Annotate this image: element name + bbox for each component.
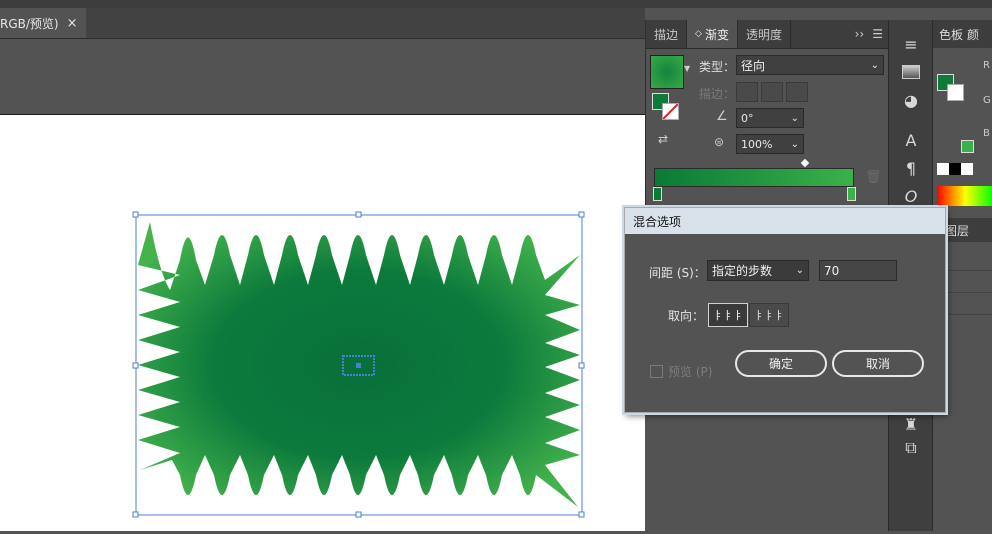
- angle-field[interactable]: 0° ⌄: [736, 108, 804, 128]
- align-page-icon[interactable]: ㅑㅑㅑ: [708, 303, 748, 327]
- preview-checkbox[interactable]: [650, 365, 663, 378]
- chevron-down-icon: ⌄: [790, 138, 799, 150]
- steps-value: 70: [824, 263, 840, 278]
- collapse-icon[interactable]: ››: [855, 27, 865, 41]
- reverse-icon[interactable]: ⇄: [658, 132, 668, 146]
- channel-r-label: R: [983, 60, 990, 71]
- paragraph-icon[interactable]: ¶: [897, 156, 925, 180]
- panel-menu: ›› ☰: [855, 20, 889, 48]
- chevron-down-icon[interactable]: ▼: [684, 64, 690, 73]
- chevron-down-icon: ⌄: [870, 59, 879, 71]
- chevron-down-icon: ⌄: [795, 265, 804, 276]
- artboard-icon[interactable]: ⧉: [897, 436, 925, 460]
- control-area: [0, 39, 645, 115]
- steps-input[interactable]: 70: [819, 260, 897, 281]
- aspect-value: 100%: [741, 137, 773, 151]
- channel-b-label: B: [983, 128, 990, 139]
- type-label: 类型：: [699, 60, 736, 74]
- midpoint-diamond[interactable]: [800, 158, 810, 168]
- align-along-icon[interactable]: [761, 82, 783, 102]
- close-icon[interactable]: ×: [67, 16, 78, 31]
- orientation-label: 取向：: [668, 309, 705, 323]
- type-select-value: 径向: [741, 58, 766, 73]
- tab-layers[interactable]: 图层: [945, 222, 969, 239]
- color-spectrum[interactable]: [937, 186, 992, 206]
- document-tab-bar: RGB/预览) ×: [0, 8, 645, 39]
- document-tab[interactable]: RGB/预览) ×: [0, 8, 86, 38]
- menu-icon[interactable]: ≡: [897, 32, 925, 56]
- dialog-body: 间距 (S)： 指定的步数 ⌄ 70 取向： ㅑㅑㅑ ㅑㅑㅑ 预览 (P) 确定 …: [628, 235, 940, 408]
- none-swatch[interactable]: [937, 163, 949, 175]
- black-swatch[interactable]: [949, 163, 961, 175]
- tab-gradient-label: 渐变: [704, 27, 729, 42]
- align-within-icon[interactable]: [736, 82, 758, 102]
- swap-icon: ◇: [695, 29, 702, 39]
- tab-color[interactable]: 颜: [967, 26, 979, 43]
- tab-gradient[interactable]: ◇ 渐变: [687, 20, 738, 48]
- color-mini-swatches[interactable]: [937, 163, 977, 175]
- type-icon[interactable]: A: [897, 128, 925, 152]
- dialog-title: 混合选项: [625, 208, 945, 234]
- puppet-icon[interactable]: ♜: [897, 412, 925, 436]
- align-path-icon[interactable]: ㅑㅑㅑ: [749, 303, 789, 327]
- application-bar: [0, 0, 992, 8]
- spacing-label: 间距 (S)：: [649, 266, 706, 280]
- stroke-swatch[interactable]: [662, 103, 679, 120]
- trash-icon[interactable]: 🗑: [865, 170, 882, 185]
- tab-swatches[interactable]: 色板: [939, 26, 963, 43]
- artboard-canvas[interactable]: [0, 115, 645, 531]
- cancel-button[interactable]: 取消: [832, 350, 924, 377]
- center-point: [356, 363, 361, 368]
- blend-options-dialog: 混合选项 间距 (S)： 指定的步数 ⌄ 70 取向： ㅑㅑㅑ ㅑㅑㅑ 预览 (P…: [624, 207, 946, 413]
- gradient-stop-right[interactable]: [847, 187, 856, 201]
- align-across-icon[interactable]: [786, 82, 808, 102]
- gradient-swatch[interactable]: [650, 55, 684, 89]
- aspect-icon: ⊜: [714, 135, 725, 149]
- transparency-icon[interactable]: ◕: [897, 88, 925, 112]
- type-select[interactable]: 径向 ⌄: [736, 55, 884, 75]
- tab-stroke[interactable]: 描边: [646, 20, 688, 48]
- angle-value: 0°: [741, 111, 754, 125]
- ok-button[interactable]: 确定: [735, 350, 827, 377]
- gradient-panel: 描边 ◇ 渐变 透明度 ›› ☰ ▼ 类型： 径向 ⌄ 描边： ⇄ ∠ 0° ⌄ ⊜ …: [645, 20, 889, 215]
- color-panel-tabs: 色板 颜: [933, 20, 992, 48]
- opentype-icon[interactable]: O: [897, 184, 925, 208]
- preview-label: 预览 (P): [668, 365, 713, 379]
- channel-g-label: G: [983, 95, 991, 106]
- panel-tabs: 描边 ◇ 渐变 透明度 ›› ☰: [646, 20, 889, 49]
- spacing-select-value: 指定的步数: [712, 264, 773, 278]
- angle-icon: ∠: [716, 109, 728, 124]
- gradient-slider[interactable]: [654, 168, 854, 187]
- artwork[interactable]: [0, 115, 645, 531]
- gamut-swatch[interactable]: [961, 140, 974, 153]
- stroke-label: 描边：: [699, 87, 736, 101]
- color-stroke-swatch[interactable]: [947, 84, 964, 101]
- tab-transparency[interactable]: 透明度: [738, 20, 791, 48]
- document-tab-title: RGB/预览): [0, 16, 59, 31]
- spacing-select[interactable]: 指定的步数 ⌄: [707, 260, 809, 281]
- menu-icon[interactable]: ☰: [872, 27, 883, 41]
- chevron-down-icon: ⌄: [790, 112, 799, 124]
- stroke-align-buttons: [736, 82, 808, 102]
- aspect-field[interactable]: 100% ⌄: [736, 134, 804, 154]
- gradient-panel-icon[interactable]: [897, 60, 925, 84]
- gradient-stop-left[interactable]: [653, 187, 662, 201]
- white-swatch[interactable]: [961, 163, 973, 175]
